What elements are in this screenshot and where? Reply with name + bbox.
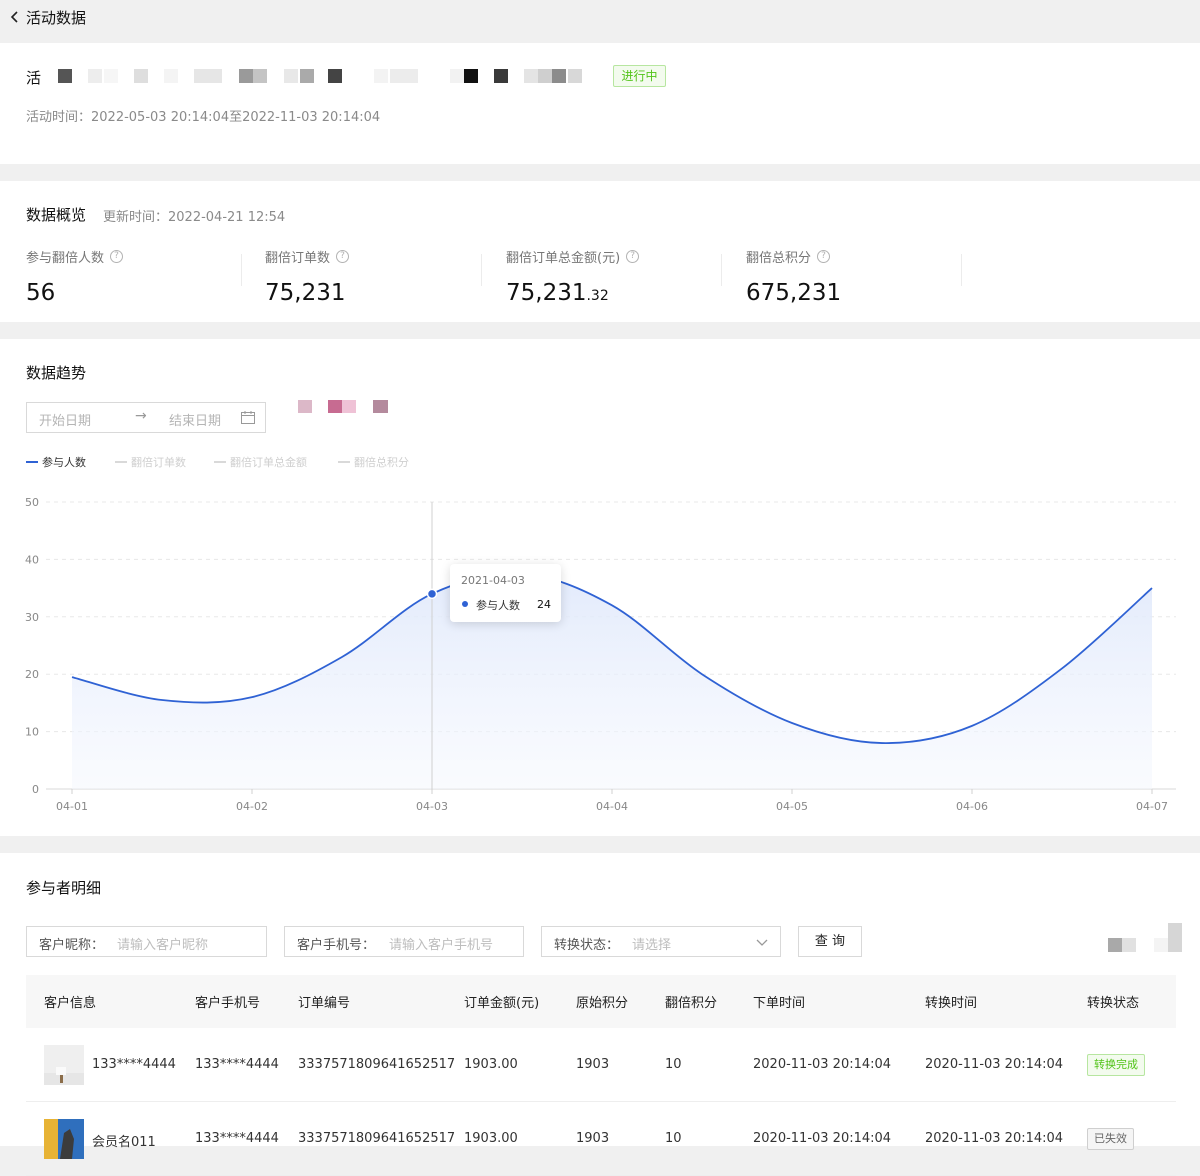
highlight-point[interactable]: [426, 588, 438, 600]
help-icon[interactable]: ?: [817, 250, 831, 263]
participant-detail-card: 参与者明细 客户昵称： 请输入客户昵称 客户手机号： 请输入客户手机号 转换状态…: [0, 853, 1200, 1176]
chevron-left-icon: [10, 11, 18, 23]
nickname-input[interactable]: 请输入客户昵称: [117, 934, 208, 953]
end-date-input[interactable]: 结束日期: [169, 410, 221, 429]
redacted-title-mosaic: [58, 69, 582, 83]
chevron-down-icon: [756, 939, 768, 946]
x-tick-label: 04-05: [776, 800, 808, 813]
redacted-mosaic: [1108, 923, 1182, 952]
legend-item-participants[interactable]: 参与人数: [26, 454, 86, 470]
column-header: 翻倍积分: [665, 996, 718, 1011]
redacted-mosaic: [298, 400, 388, 413]
activity-info-card: 活 进行中 活动时间：2022-05-03 20:14:04至2022-11-0…: [0, 43, 1200, 164]
legend-item-amount[interactable]: 翻倍订单总金额: [214, 454, 307, 470]
nickname-filter[interactable]: 客户昵称： 请输入客户昵称: [26, 926, 267, 957]
column-header: 转换状态: [1087, 996, 1140, 1011]
y-tick-label: 0: [32, 783, 39, 796]
legend-item-points[interactable]: 翻倍总积分: [338, 454, 409, 470]
divider: [721, 254, 722, 286]
column-header: 客户手机号: [195, 996, 261, 1011]
column-header: 下单时间: [753, 996, 806, 1011]
x-tick-label: 04-02: [236, 800, 268, 813]
tooltip-date: 2021-04-03: [461, 574, 525, 587]
trend-title: 数据趋势: [26, 364, 87, 382]
status-badge: 已失效: [1087, 1128, 1134, 1150]
column-header: 订单编号: [298, 996, 351, 1011]
x-tick-label: 04-04: [596, 800, 628, 813]
y-tick-label: 40: [25, 553, 39, 566]
divider: [961, 254, 962, 286]
update-time: 更新时间：2022-04-21 12:54: [103, 210, 286, 225]
page-title: 活动数据: [26, 8, 87, 27]
chart-tooltip: 2021-04-03 参与人数 24: [450, 564, 561, 622]
divider: [481, 254, 482, 286]
query-button[interactable]: 查 询: [798, 926, 862, 957]
metric-value: 75,231: [265, 280, 346, 306]
trend-chart[interactable]: 0 10 20 30 40 50 04-01 04-02 04-03 04-04 04-05 04-…: [0, 479, 1200, 819]
y-tick-label: 50: [25, 496, 39, 509]
x-tick-label: 04-07: [1136, 800, 1168, 813]
column-header: 转换时间: [925, 996, 978, 1011]
help-icon[interactable]: ?: [110, 250, 124, 263]
data-trend-card: 数据趋势 开始日期 → 结束日期 参与人数 翻倍订单数 翻倍订单总金额 翻倍总积…: [0, 339, 1200, 836]
phone-input[interactable]: 请输入客户手机号: [389, 934, 493, 953]
tooltip-value: 24: [537, 598, 551, 611]
status-select[interactable]: 请选择: [632, 934, 671, 953]
table-header: 客户信息 客户手机号 订单编号 订单金额(元) 原始积分 翻倍积分 下单时间 转…: [26, 975, 1176, 1028]
calendar-icon: [241, 411, 255, 424]
y-tick-label: 20: [25, 668, 39, 681]
column-header: 客户信息: [44, 996, 97, 1011]
x-tick-label: 04-01: [56, 800, 88, 813]
legend-item-orders[interactable]: 翻倍订单数: [115, 454, 186, 470]
tooltip-dot-icon: [462, 601, 468, 607]
metric-value: 56: [26, 280, 56, 306]
avatar: [44, 1119, 84, 1159]
tooltip-series: 参与人数: [476, 599, 520, 612]
y-tick-label: 10: [25, 726, 39, 739]
column-header: 订单金额(元): [464, 996, 540, 1011]
y-tick-label: 30: [25, 611, 39, 624]
metric-value: 675,231: [746, 280, 842, 306]
table-row[interactable]: 133****4444 133****4444 3337571809641652…: [26, 1028, 1176, 1102]
overview-title: 数据概览: [26, 206, 87, 224]
status-filter[interactable]: 转换状态： 请选择: [541, 926, 781, 957]
metric-order-amount: 翻倍订单总金额(元)? 75,231.32: [506, 247, 640, 306]
avatar: [44, 1045, 84, 1085]
x-tick-label: 04-03: [416, 800, 448, 813]
back-button[interactable]: 活动数据: [8, 6, 86, 28]
status-badge: 转换完成: [1087, 1054, 1145, 1076]
metric-participants: 参与翻倍人数? 56: [26, 247, 124, 306]
help-icon[interactable]: ?: [336, 250, 350, 263]
activity-time: 活动时间：2022-05-03 20:14:04至2022-11-03 20:1…: [26, 110, 381, 125]
start-date-input[interactable]: 开始日期: [39, 410, 91, 429]
phone-filter[interactable]: 客户手机号： 请输入客户手机号: [284, 926, 524, 957]
data-overview-card: 数据概览 更新时间：2022-04-21 12:54 参与翻倍人数? 56 翻倍…: [0, 181, 1200, 322]
metric-value: 75,231.32: [506, 280, 609, 306]
x-tick-label: 04-06: [956, 800, 988, 813]
arrow-right-icon: →: [135, 408, 147, 424]
metric-points: 翻倍总积分? 675,231: [746, 250, 842, 306]
divider: [241, 254, 242, 286]
activity-title: 活: [26, 69, 42, 87]
date-range-picker[interactable]: 开始日期 → 结束日期: [26, 402, 266, 433]
participants-title: 参与者明细: [26, 879, 102, 897]
column-header: 原始积分: [576, 996, 629, 1011]
activity-status-badge: 进行中: [613, 65, 666, 87]
help-icon[interactable]: ?: [626, 250, 640, 263]
top-bar: 活动数据: [0, 0, 1200, 42]
metric-orders: 翻倍订单数? 75,231: [265, 247, 350, 306]
table-row[interactable]: 会员名011 133****4444 3337571809641652517 1…: [26, 1102, 1176, 1176]
